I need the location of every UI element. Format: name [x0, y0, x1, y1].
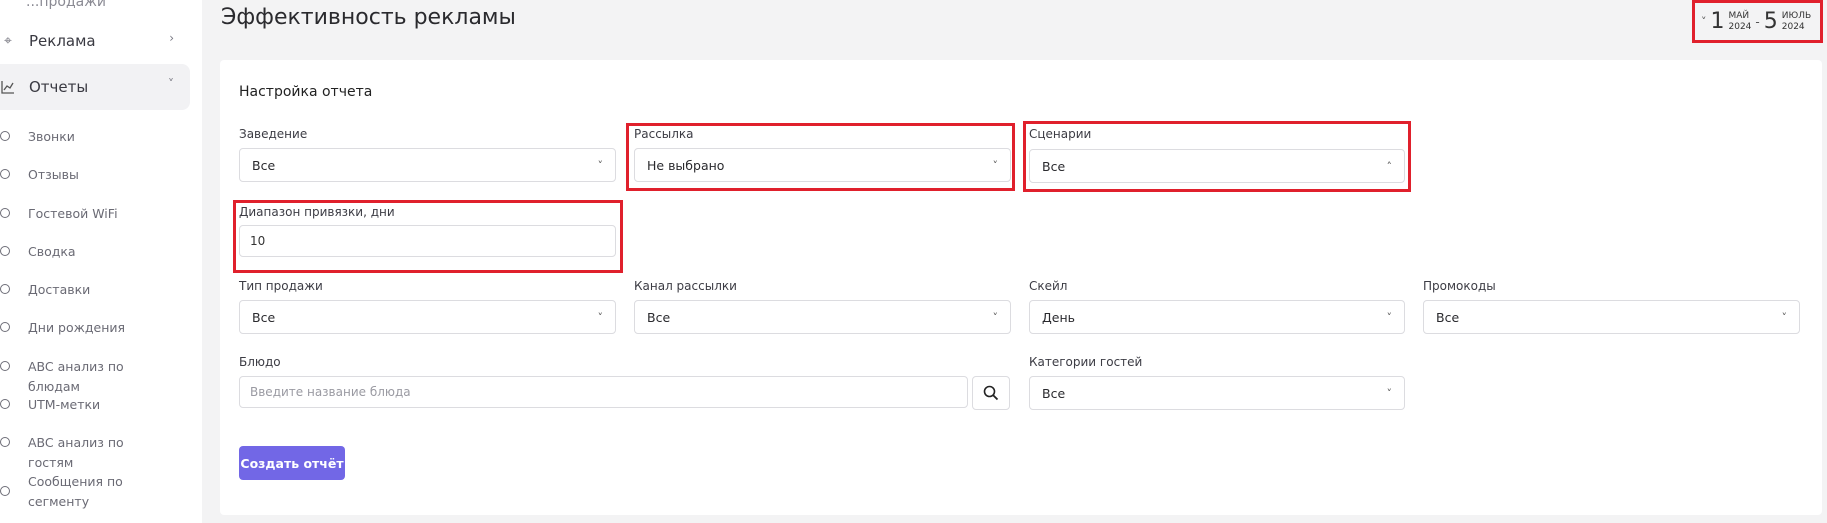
- mailing-label: Рассылка: [634, 127, 694, 141]
- sidebar-subitem-summary[interactable]: Сводка: [0, 242, 168, 262]
- chevron-down-icon: ˅: [597, 311, 604, 324]
- scale-label: Скейл: [1029, 279, 1068, 293]
- sidebar-item-ads[interactable]: ⌖ Реклама ›: [0, 18, 190, 64]
- binding-range-label: Диапазон привязки, дни: [239, 205, 395, 219]
- chevron-down-icon: ˅: [1701, 15, 1707, 28]
- circle-icon: [0, 208, 10, 218]
- circle-icon: [0, 399, 10, 409]
- start-month-year: МАЙ 2024: [1728, 10, 1752, 32]
- dish-search-input[interactable]: Введите название блюда: [239, 376, 968, 408]
- binding-range-input[interactable]: 10: [239, 225, 616, 257]
- create-report-button[interactable]: Создать отчёт: [239, 446, 345, 480]
- circle-icon: [0, 131, 10, 141]
- chevron-down-icon: ˅: [1781, 311, 1788, 324]
- sidebar-subitem-guest-wifi[interactable]: Гостевой WiFi: [0, 204, 168, 224]
- circle-icon: [0, 169, 10, 179]
- chart-line-icon: [0, 79, 16, 95]
- guest-categories-label: Категории гостей: [1029, 355, 1143, 369]
- end-day: 5: [1763, 9, 1778, 34]
- sale-type-select[interactable]: Все ˅: [239, 300, 616, 334]
- promocodes-label: Промокоды: [1423, 279, 1496, 293]
- chevron-down-icon: ˅: [992, 159, 999, 172]
- circle-icon: [0, 437, 10, 447]
- report-settings-card: [220, 60, 1822, 515]
- sidebar-item-reports[interactable]: Отчеты ˅: [0, 64, 190, 110]
- sidebar-subitem-abc-guests[interactable]: ABC анализ по гостям: [0, 433, 168, 473]
- guest-categories-select[interactable]: Все ˅: [1029, 376, 1405, 410]
- chevron-down-icon: ˅: [168, 77, 174, 91]
- scenarios-select[interactable]: Все ˄: [1029, 149, 1405, 183]
- sidebar-subitem-utm[interactable]: UTM-метки: [0, 395, 168, 415]
- dish-label: Блюдо: [239, 355, 281, 369]
- range-separator: -: [1755, 14, 1760, 29]
- sidebar-subitem-abc-dishes[interactable]: ABC анализ по блюдам: [0, 357, 168, 397]
- chevron-up-icon: ˄: [1386, 160, 1393, 173]
- sale-type-label: Тип продажи: [239, 279, 323, 293]
- dish-search-button[interactable]: [972, 376, 1010, 410]
- end-month-year: ИЮЛЬ 2024: [1781, 10, 1812, 32]
- sidebar-subitem-birthdays[interactable]: Дни рождения: [0, 318, 168, 338]
- page-title: Эффективность рекламы: [221, 5, 516, 30]
- chevron-right-icon: ›: [169, 31, 174, 45]
- sidebar-subitem-deliveries[interactable]: Доставки: [0, 280, 168, 300]
- chevron-down-icon: ˅: [597, 159, 604, 172]
- sidebar-item-sales-partial[interactable]: ...продажи: [26, 0, 106, 10]
- sidebar-subitem-calls[interactable]: Звонки: [0, 127, 168, 147]
- crosshair-icon: ⌖: [4, 33, 12, 49]
- sidebar-subitem-segment-messages[interactable]: Сообщения по сегменту: [0, 472, 138, 512]
- sidebar-subitem-reviews[interactable]: Отзывы: [0, 165, 168, 185]
- chevron-down-icon: ˅: [1386, 311, 1393, 324]
- circle-icon: [0, 322, 10, 332]
- circle-icon: [0, 246, 10, 256]
- search-icon: [983, 385, 999, 401]
- card-title: Настройка отчета: [239, 84, 373, 100]
- mailing-channel-label: Канал рассылки: [634, 279, 737, 293]
- venue-select[interactable]: Все ˅: [239, 148, 616, 182]
- circle-icon: [0, 284, 10, 294]
- chevron-down-icon: ˅: [1386, 387, 1393, 400]
- scale-select[interactable]: День ˅: [1029, 300, 1405, 334]
- sidebar: ...продажи ⌖ Реклама › Отчеты ˅ Звонки О…: [0, 0, 202, 523]
- mailing-select[interactable]: Не выбрано ˅: [634, 148, 1011, 182]
- sidebar-item-label: Отчеты: [29, 78, 89, 96]
- date-range-picker[interactable]: ˅ 1 МАЙ 2024 - 5 ИЮЛЬ 2024: [1692, 0, 1823, 43]
- promocodes-select[interactable]: Все ˅: [1423, 300, 1800, 334]
- scenarios-label: Сценарии: [1029, 127, 1092, 141]
- sidebar-item-label: Реклама: [29, 32, 96, 50]
- start-day: 1: [1710, 9, 1725, 34]
- venue-label: Заведение: [239, 127, 308, 141]
- chevron-down-icon: ˅: [992, 311, 999, 324]
- circle-icon: [0, 486, 10, 496]
- circle-icon: [0, 361, 10, 371]
- mailing-channel-select[interactable]: Все ˅: [634, 300, 1011, 334]
